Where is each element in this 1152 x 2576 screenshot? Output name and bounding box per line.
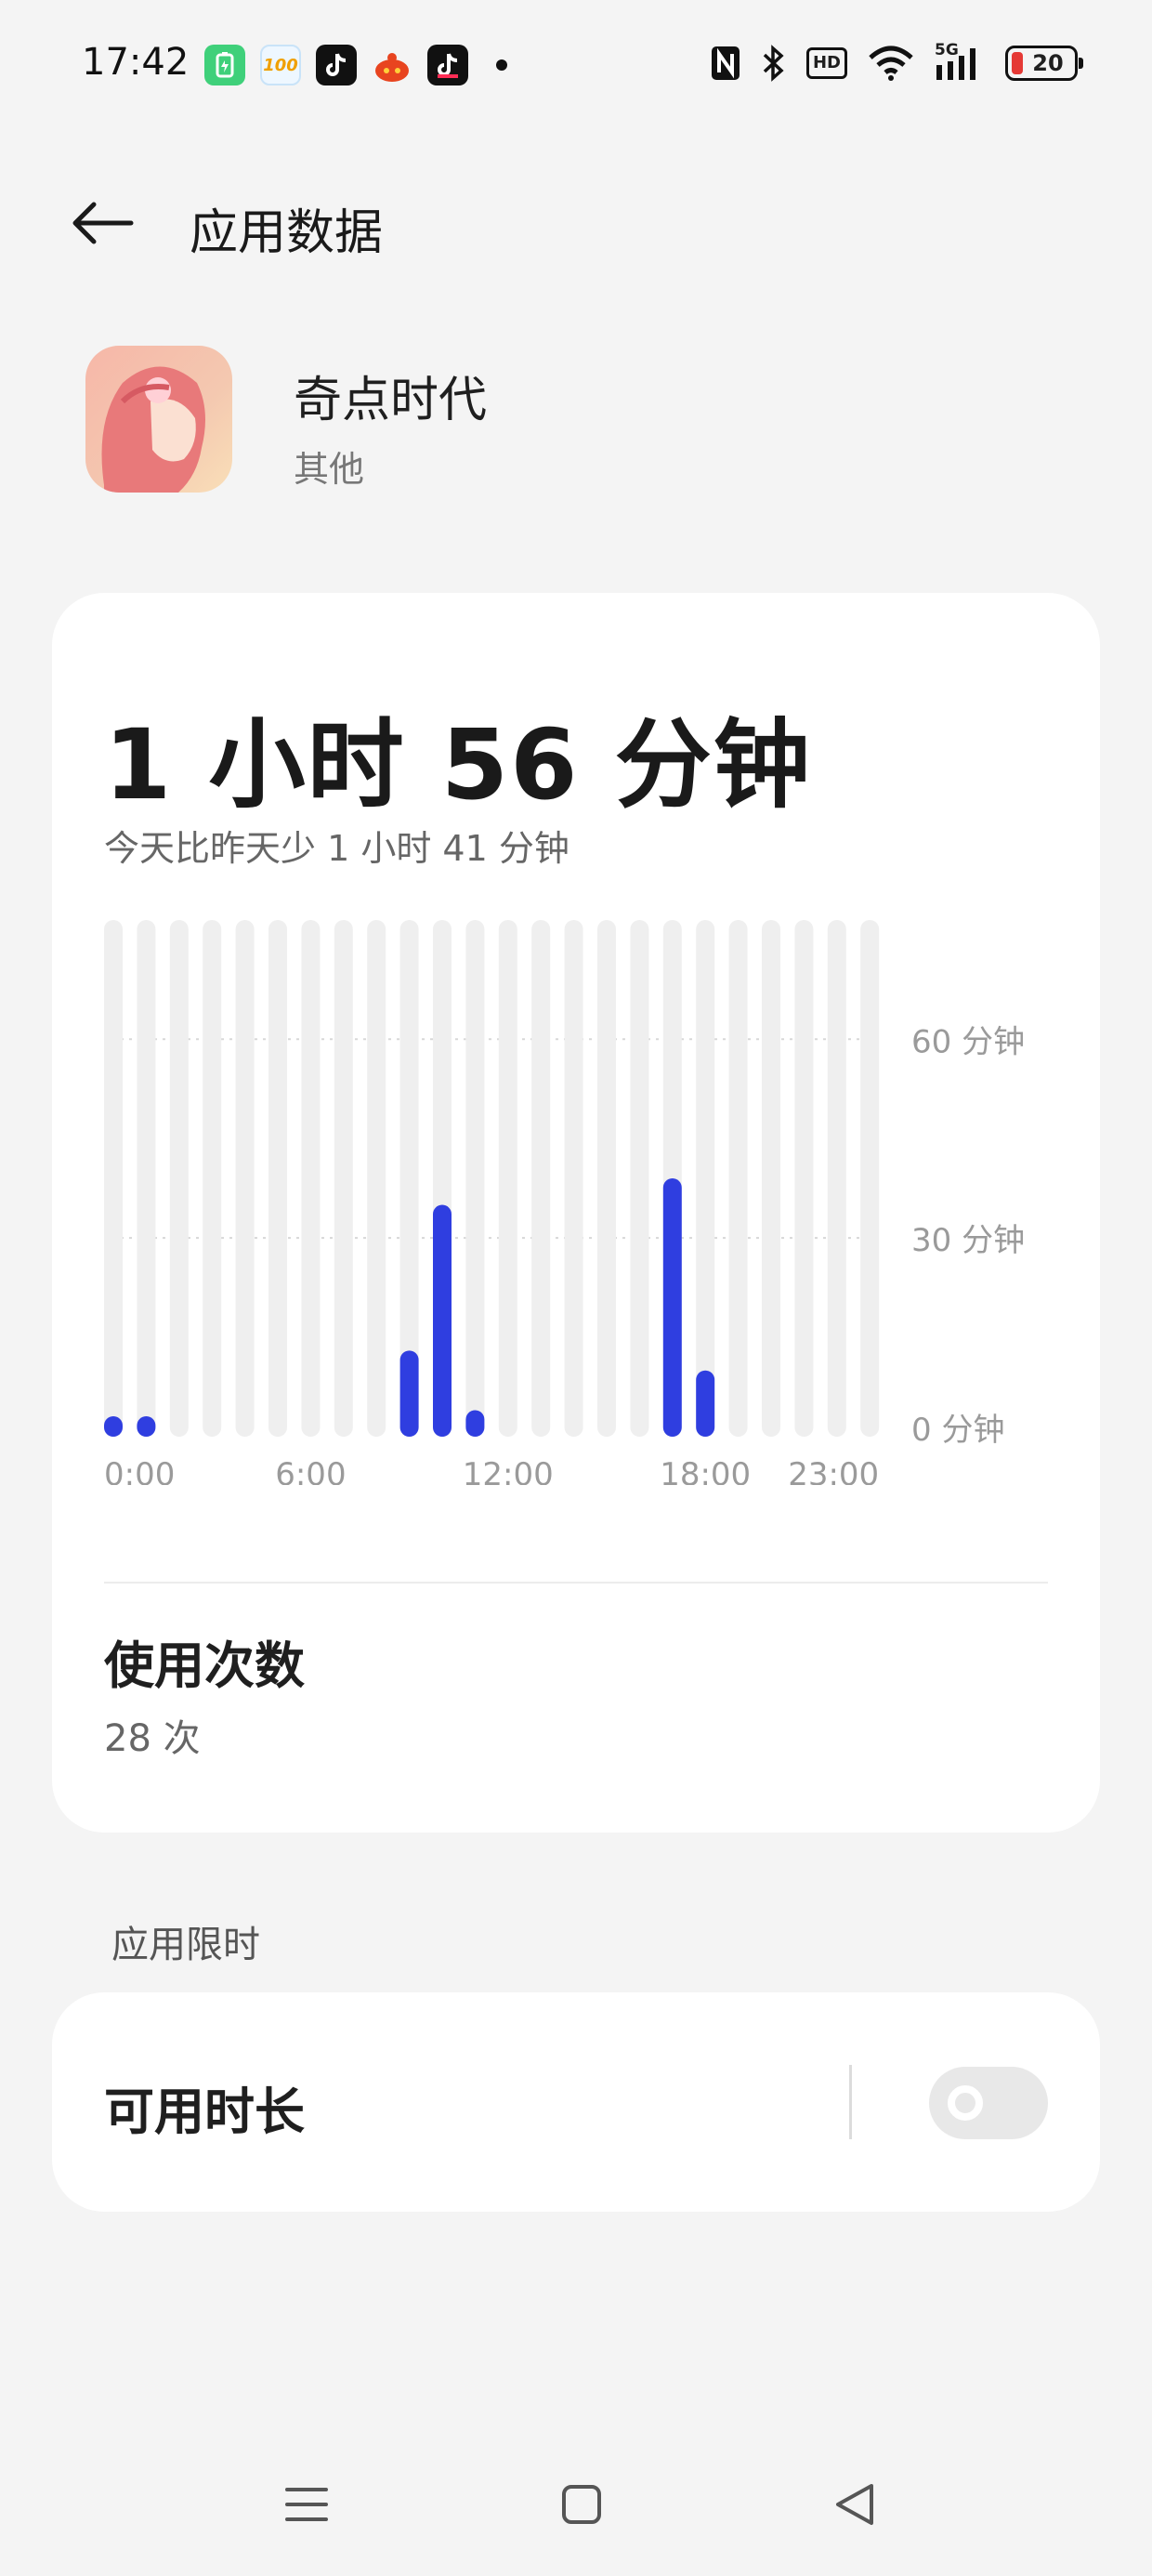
bar-track (531, 920, 551, 1437)
open-count-value: 28 次 (104, 1717, 201, 1760)
status-time: 17:42 (82, 41, 190, 84)
battery-saver-icon (204, 45, 245, 85)
available-duration-label: 可用时长 (104, 2083, 305, 2141)
battery-icon: 20 (1005, 46, 1083, 81)
usage-comparison: 今天比昨天少 1 小时 41 分钟 (104, 828, 569, 869)
bar-track (728, 920, 748, 1437)
app-limit-card[interactable]: 可用时长 (52, 1992, 1100, 2212)
bar-track (597, 920, 616, 1437)
status-bar: 17:42 100 HD 5G 20 (0, 0, 1152, 139)
usage-bar (696, 1370, 715, 1437)
x-tick-label: 6:00 (275, 1456, 346, 1485)
bar-track (334, 920, 353, 1437)
battery-level: 20 (1032, 50, 1064, 76)
usage-bar (662, 1178, 682, 1437)
toggle-knob (948, 2085, 983, 2121)
app-name: 奇点时代 (294, 373, 488, 428)
bar-track (630, 920, 649, 1437)
bar-track (104, 920, 123, 1437)
bar-track (794, 920, 814, 1437)
x-tick-label: 12:00 (463, 1456, 554, 1485)
signal-icon: 5G (935, 41, 985, 82)
bar-track (235, 920, 255, 1437)
bar-track (203, 920, 222, 1437)
more-notifications-dot (496, 59, 507, 71)
y-tick-label: 30 分钟 (911, 1222, 1025, 1259)
nfc-icon (711, 46, 740, 80)
total-usage-time: 1 小时 56 分钟 (104, 708, 812, 821)
usage-bar (399, 1350, 419, 1437)
bar-track (696, 920, 715, 1437)
menu-icon (285, 2488, 328, 2521)
y-tick-label: 60 分钟 (911, 1023, 1025, 1060)
bar-track (367, 920, 386, 1437)
tiktok-lite-icon (427, 45, 468, 85)
usage-bar (465, 1410, 485, 1437)
bar-track (762, 920, 780, 1437)
wifi-icon (869, 46, 913, 81)
app-icon (85, 346, 232, 493)
vertical-divider (849, 2065, 852, 2139)
orange-app-icon (372, 45, 412, 85)
bar-track (564, 920, 583, 1437)
card-divider (104, 1582, 1048, 1584)
x-tick-label: 23:00 (788, 1456, 879, 1485)
back-nav-button[interactable] (808, 2453, 901, 2556)
navigation-bar (0, 2453, 1152, 2556)
tiktok-icon (316, 45, 357, 85)
bar-track (268, 920, 287, 1437)
page-title: 应用数据 (190, 205, 384, 261)
hourly-usage-chart[interactable]: 60 分钟 30 分钟 0 分钟 0:00 6:00 12:00 18:00 23:00 (52, 872, 1100, 1485)
app-limit-section-title: 应用限时 (111, 1924, 260, 1966)
back-arrow-icon (72, 202, 134, 244)
bar-track (498, 920, 517, 1437)
usage-bar (137, 1416, 156, 1437)
menu-nav-button[interactable] (260, 2453, 353, 2556)
app-limit-toggle[interactable] (929, 2067, 1048, 2139)
bar-track (465, 920, 485, 1437)
y-tick-label: 0 分钟 (911, 1412, 1004, 1449)
usage-bar (104, 1416, 123, 1437)
hd-icon: HD (805, 47, 847, 79)
notification-icons: 100 (204, 45, 507, 85)
usage-bar (433, 1204, 452, 1437)
home-nav-button[interactable] (535, 2453, 628, 2556)
home-square-icon (562, 2485, 601, 2524)
bar-track (301, 920, 321, 1437)
bluetooth-icon (763, 45, 784, 82)
back-triangle-icon (836, 2484, 873, 2525)
x-tick-label: 18:00 (660, 1456, 751, 1485)
bar-track (169, 920, 189, 1437)
usage-card: 1 小时 56 分钟 今天比昨天少 1 小时 41 分钟 60 分钟 30 分钟 0… (52, 593, 1100, 1833)
system-icons: HD 5G 20 (710, 41, 1083, 82)
open-count-label: 使用次数 (104, 1636, 305, 1695)
bar-track (137, 920, 156, 1437)
app-category: 其他 (294, 449, 365, 490)
homework-100-icon: 100 (260, 45, 301, 85)
x-tick-label: 0:00 (104, 1456, 175, 1485)
bar-track (827, 920, 846, 1437)
bar-track (860, 920, 880, 1437)
chart-svg: 60 分钟 30 分钟 0 分钟 0:00 6:00 12:00 18:00 23:00 (104, 920, 1025, 1485)
back-button[interactable] (65, 186, 139, 260)
